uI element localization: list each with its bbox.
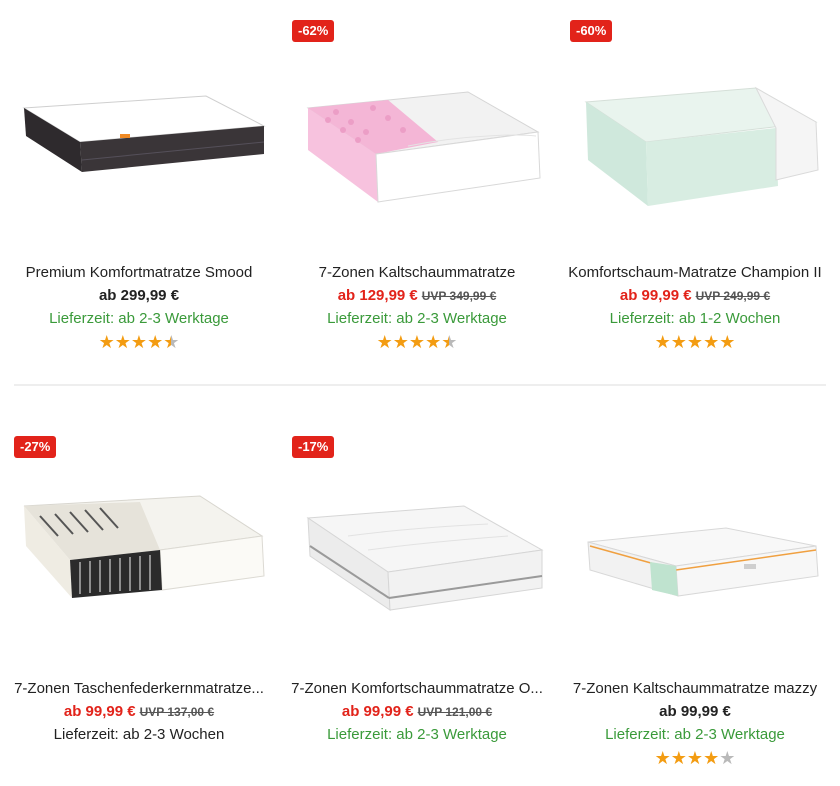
product-price: ab 129,99 € xyxy=(337,287,418,304)
delivery-time: Lieferzeit: ab 2-3 Werktage xyxy=(49,310,229,327)
star-full-icon: ★ xyxy=(392,332,409,352)
star-full-icon: ★ xyxy=(114,332,131,352)
mattress-image xyxy=(587,527,819,597)
star-full-icon: ★ xyxy=(686,332,704,352)
mattress-image xyxy=(306,91,541,203)
star-empty-icon: ★ xyxy=(719,748,736,768)
product-card[interactable]: -62% 7-Zonen Kaltschaummatratze ab 129,9… xyxy=(278,0,556,370)
star-full-icon: ★ xyxy=(686,748,704,768)
delivery-time: Lieferzeit: ab 2-3 Werktage xyxy=(327,310,507,327)
star-full-icon: ★ xyxy=(670,748,687,768)
product-title[interactable]: 7-Zonen Kaltschaummatratze xyxy=(282,264,552,281)
delivery-time: Lieferzeit: ab 2-3 Werktage xyxy=(605,726,785,743)
product-price: ab 99,99 € xyxy=(619,287,692,304)
product-title[interactable]: Komfortschaum-Matratze Champion II xyxy=(560,264,830,281)
product-price: ab 99,99 € xyxy=(659,703,731,720)
price-row: ab 99,99 € UVP 137,00 € xyxy=(0,703,278,720)
row-divider xyxy=(14,384,826,386)
product-grid: Premium Komfortmatratze Smood ab 299,99 … xyxy=(0,0,840,786)
discount-badge: -17% xyxy=(292,436,335,458)
product-price: ab 299,99 € xyxy=(98,287,180,304)
star-full-icon: ★ xyxy=(654,332,671,352)
mattress-image xyxy=(584,86,819,206)
star-full-icon: ★ xyxy=(147,332,164,352)
star-full-icon: ★ xyxy=(703,748,720,768)
product-image[interactable] xyxy=(288,466,546,656)
product-title[interactable]: 7-Zonen Taschenfederkernmatratze... xyxy=(4,680,274,697)
price-row: ab 129,99 € UVP 349,99 € xyxy=(278,287,556,304)
star-full-icon: ★ xyxy=(670,332,687,352)
price-row: ab 99,99 € UVP 249,99 € xyxy=(556,287,834,304)
uvp-price: UVP 349,99 € xyxy=(421,289,497,303)
discount-badge: -62% xyxy=(292,20,335,42)
delivery-time: Lieferzeit: ab 1-2 Wochen xyxy=(609,310,781,327)
product-card[interactable]: -17% 7-Zonen Komfortschaummatratze O... … xyxy=(278,416,556,786)
discount-badge: -27% xyxy=(14,436,57,458)
mattress-image xyxy=(22,95,266,172)
star-full-icon: ★ xyxy=(130,332,148,352)
star-full-icon: ★ xyxy=(703,332,720,352)
product-card[interactable]: 7-Zonen Kaltschaummatratze mazzy ab 99,9… xyxy=(556,416,834,786)
mattress-image xyxy=(306,505,544,611)
rating-stars: ★★★★★ xyxy=(556,333,834,351)
product-title[interactable]: 7-Zonen Komfortschaummatratze O... xyxy=(282,680,552,697)
star-full-icon: ★ xyxy=(408,332,426,352)
star-full-icon: ★ xyxy=(425,332,442,352)
star-full-icon: ★ xyxy=(719,332,736,352)
discount-badge: -60% xyxy=(570,20,613,42)
product-image[interactable] xyxy=(10,466,268,656)
uvp-price: UVP 249,99 € xyxy=(695,289,771,303)
star-full-icon: ★ xyxy=(98,332,115,352)
star-full-icon: ★ xyxy=(376,332,393,352)
product-price: ab 99,99 € xyxy=(341,703,414,720)
product-image[interactable] xyxy=(566,466,824,656)
product-image[interactable] xyxy=(10,50,268,240)
product-price: ab 99,99 € xyxy=(63,703,136,720)
product-card[interactable]: -60% Komfortschaum-Matratze Champion II … xyxy=(556,0,834,370)
rating-stars: ★★★★★ xyxy=(556,749,834,767)
product-title[interactable]: Premium Komfortmatratze Smood xyxy=(4,264,274,281)
rating-stars: ★★★★★ xyxy=(0,333,278,351)
delivery-time: Lieferzeit: ab 2-3 Werktage xyxy=(327,726,507,743)
price-row: ab 99,99 € UVP 121,00 € xyxy=(278,703,556,720)
product-title[interactable]: 7-Zonen Kaltschaummatratze mazzy xyxy=(560,680,830,697)
star-half-icon: ★ xyxy=(441,332,458,352)
product-image[interactable] xyxy=(288,50,546,240)
delivery-time: Lieferzeit: ab 2-3 Wochen xyxy=(53,726,225,743)
uvp-price: UVP 137,00 € xyxy=(139,705,215,719)
product-card[interactable]: Premium Komfortmatratze Smood ab 299,99 … xyxy=(0,0,278,370)
mattress-image xyxy=(23,495,265,598)
rating-stars: ★★★★★ xyxy=(278,333,556,351)
price-row: ab 299,99 € xyxy=(0,287,278,304)
product-card[interactable]: -27% 7-Zonen Taschenfederkernmatratze...… xyxy=(0,416,278,786)
price-row: ab 99,99 € xyxy=(556,703,834,720)
star-half-icon: ★ xyxy=(163,332,180,352)
product-image[interactable] xyxy=(566,50,824,240)
uvp-price: UVP 121,00 € xyxy=(417,705,493,719)
star-full-icon: ★ xyxy=(654,748,671,768)
